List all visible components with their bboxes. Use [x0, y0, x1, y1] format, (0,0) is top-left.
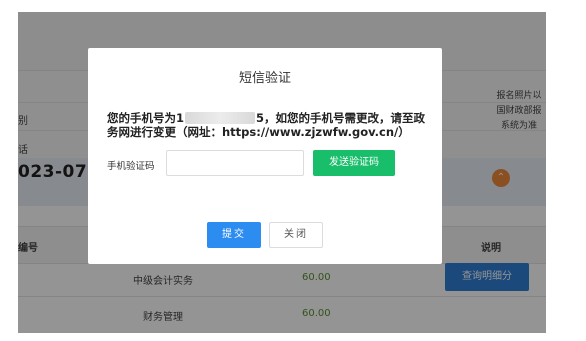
code-label: 手机验证码	[107, 161, 155, 172]
close-button[interactable]: 关闭	[269, 222, 323, 248]
masked-phone-number	[185, 112, 256, 124]
submit-button[interactable]: 提交	[207, 222, 261, 248]
message-mid: 5	[256, 111, 265, 125]
send-code-button[interactable]: 发送验证码	[313, 150, 395, 176]
message-prefix: 您的手机号为1	[107, 111, 185, 125]
sms-verification-dialog: 短信验证 您的手机号为1 5，如您的手机号需更改，请至政务网进行变更（网址：htt…	[88, 48, 442, 264]
phone-change-message: 您的手机号为1 5，如您的手机号需更改，请至政务网进行变更（网址：https://…	[107, 111, 427, 139]
dialog-title: 短信验证	[238, 71, 291, 86]
verification-code-input[interactable]	[166, 150, 304, 176]
